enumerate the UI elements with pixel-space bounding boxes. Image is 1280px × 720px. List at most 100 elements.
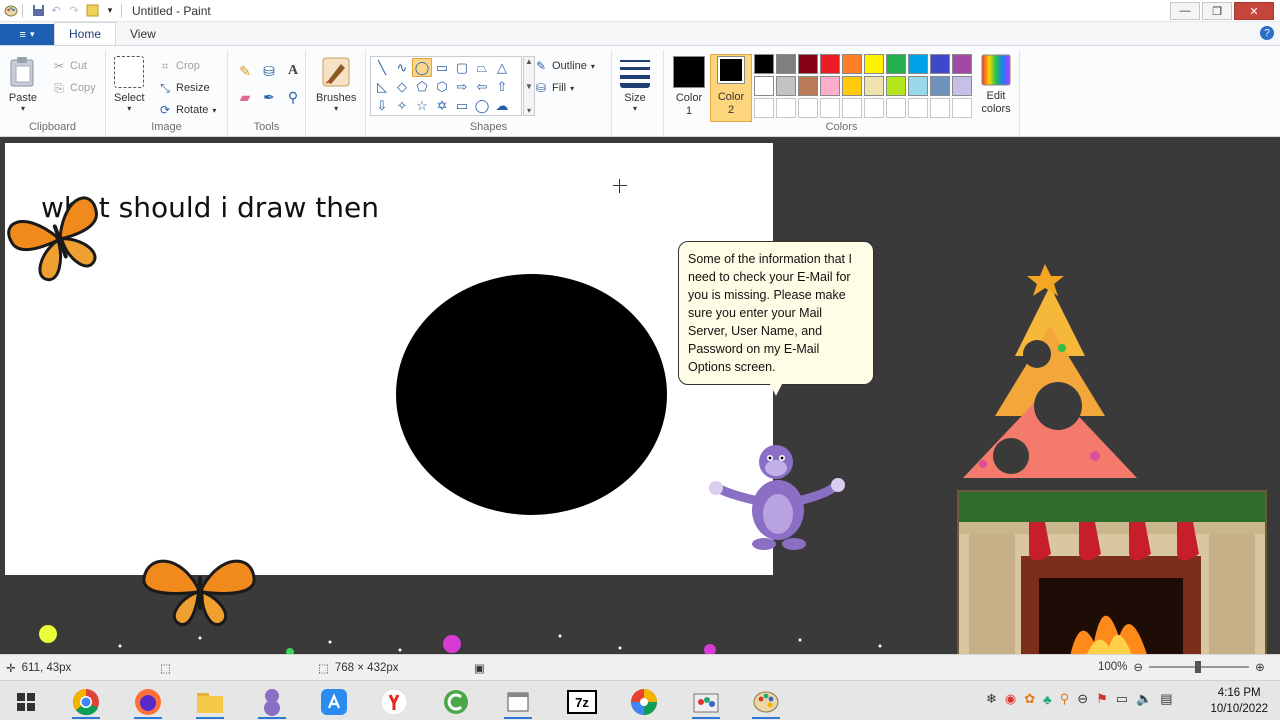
chevron-down-icon[interactable]: ▾ (103, 4, 117, 18)
app-store-taskbar-button[interactable] (314, 685, 354, 719)
zoom-in-icon[interactable]: ⊕ (1255, 660, 1265, 674)
notification-icon[interactable]: ▤ (1160, 691, 1172, 707)
curve-shape-icon[interactable]: ∿ (392, 58, 412, 77)
crop-button[interactable]: ⌗ Crop (158, 56, 200, 76)
palette-custom-color-slot[interactable] (798, 98, 818, 118)
down-arrow-shape-icon[interactable]: ⇩ (372, 96, 392, 115)
palette-color-swatch[interactable] (842, 54, 862, 74)
oval-callout-shape-icon[interactable]: ◯ (472, 96, 492, 115)
magnifier-icon[interactable]: ⚲ (282, 86, 304, 108)
zoom-slider[interactable] (1149, 661, 1250, 673)
palette-custom-color-slot[interactable] (820, 98, 840, 118)
palette-color-swatch[interactable] (952, 76, 972, 96)
palette-custom-color-slot[interactable] (776, 98, 796, 118)
chevron-up-icon[interactable]: ▲ (525, 57, 533, 66)
palette-custom-color-slot[interactable] (908, 98, 928, 118)
triangle-shape-icon[interactable]: △ (492, 58, 512, 77)
quick-access-customize-icon[interactable] (85, 4, 99, 18)
select-button[interactable]: Select ▾ (114, 56, 145, 113)
palette-custom-color-slot[interactable] (952, 98, 972, 118)
eraser-icon[interactable]: ▰ (234, 86, 256, 108)
paint-app-icon[interactable] (4, 4, 18, 18)
line-shape-icon[interactable]: ╲ (372, 58, 392, 77)
palette-color-swatch[interactable] (930, 76, 950, 96)
7zip-taskbar-button[interactable]: 7z (562, 685, 602, 719)
tray-app-icon[interactable]: ♣ (1043, 692, 1052, 707)
edit-colors-button[interactable]: Edit colors (976, 54, 1016, 116)
brushes-button[interactable]: Brushes ▾ (316, 56, 356, 113)
palette-color-swatch[interactable] (754, 54, 774, 74)
start-button[interactable] (6, 685, 46, 719)
tab-home[interactable]: Home (54, 22, 117, 45)
bonzi-taskbar-button[interactable] (252, 685, 292, 719)
palette-color-swatch[interactable] (798, 54, 818, 74)
palette-custom-color-slot[interactable] (930, 98, 950, 118)
firefox-taskbar-button[interactable] (128, 685, 168, 719)
search-tray-icon[interactable]: ⚲ (1060, 691, 1070, 707)
antivirus-icon[interactable]: ◉ (1005, 691, 1016, 707)
fill-bucket-icon[interactable]: ⛁ (258, 60, 280, 82)
up-arrow-shape-icon[interactable]: ⇧ (492, 77, 512, 96)
system-clock[interactable]: 4:16 PM 10/10/2022 (1210, 685, 1268, 717)
app-tray-icon[interactable]: ✿ (1024, 691, 1035, 707)
paste-button[interactable]: Paste ▾ (8, 56, 38, 113)
oval-shape-icon[interactable]: ◯ (412, 58, 432, 77)
four-point-star-shape-icon[interactable]: ✧ (392, 96, 412, 115)
color2-button[interactable]: Color 2 (710, 54, 752, 122)
palette-color-swatch[interactable] (930, 54, 950, 74)
palette-color-swatch[interactable] (908, 54, 928, 74)
minimize-button[interactable]: — (1170, 2, 1200, 20)
close-button[interactable]: ✕ (1234, 2, 1274, 20)
pencil-icon[interactable]: ✎ (234, 60, 256, 82)
fill-button[interactable]: ⛁ Fill ▾ (534, 78, 574, 98)
palette-color-swatch[interactable] (798, 76, 818, 96)
right-triangle-shape-icon[interactable]: ◺ (372, 77, 392, 96)
file-menu-button[interactable]: ≡ ▾ (0, 24, 54, 45)
color1-button[interactable]: Color 1 (670, 54, 708, 122)
zoom-slider-thumb[interactable] (1195, 661, 1202, 673)
pentagon-shape-icon[interactable]: ⬠ (412, 77, 432, 96)
zoom-out-icon[interactable]: ⊖ (1133, 660, 1143, 674)
palette-color-swatch[interactable] (864, 54, 884, 74)
palette-custom-color-slot[interactable] (842, 98, 862, 118)
palette-color-swatch[interactable] (886, 76, 906, 96)
diamond-shape-icon[interactable]: ◇ (392, 77, 412, 96)
cloud-callout-shape-icon[interactable]: ☁ (492, 96, 512, 115)
volume-icon[interactable]: 🔈 (1136, 691, 1152, 707)
cut-button[interactable]: ✂ Cut (52, 56, 87, 76)
palette-color-swatch[interactable] (952, 54, 972, 74)
rect-callout-shape-icon[interactable]: ▭ (452, 96, 472, 115)
purple-gorilla-assistant-icon[interactable] (708, 438, 848, 556)
palette-custom-color-slot[interactable] (754, 98, 774, 118)
polygon-shape-icon[interactable]: ⏢ (472, 58, 492, 77)
resize-button[interactable]: ⤡ Resize (158, 78, 209, 98)
restore-button[interactable]: ❐ (1202, 2, 1232, 20)
palette-color-swatch[interactable] (842, 76, 862, 96)
six-point-star-shape-icon[interactable]: ✡ (432, 96, 452, 115)
paint-palette-taskbar-button[interactable] (746, 685, 786, 719)
explorer-window-taskbar-button[interactable] (498, 685, 538, 719)
chevron-down-icon[interactable]: ▼ (525, 82, 533, 91)
palette-color-swatch[interactable] (886, 54, 906, 74)
left-arrow-shape-icon[interactable]: ⇦ (472, 77, 492, 96)
hexagon-shape-icon[interactable]: ⬡ (432, 77, 452, 96)
palette-color-swatch[interactable] (820, 76, 840, 96)
drawing-canvas[interactable]: what should i draw then (5, 143, 773, 575)
redo-icon[interactable]: ↷ (67, 4, 81, 18)
save-icon[interactable] (31, 4, 45, 18)
canvas-workspace[interactable]: what should i draw then Some of the info… (0, 138, 1280, 654)
palette-color-swatch[interactable] (776, 76, 796, 96)
rotate-button[interactable]: ⟳ Rotate ▾ (158, 100, 216, 120)
tab-view[interactable]: View (116, 22, 170, 45)
palette-color-swatch[interactable] (908, 76, 928, 96)
outline-button[interactable]: ✎ Outline ▾ (534, 56, 595, 76)
help-icon[interactable]: ? (1260, 26, 1274, 40)
palette-custom-color-slot[interactable] (864, 98, 884, 118)
network-icon[interactable]: ▭ (1116, 691, 1128, 707)
update-tray-icon[interactable]: ⊖ (1077, 691, 1088, 707)
picasa-taskbar-button[interactable] (624, 685, 664, 719)
file-explorer-taskbar-button[interactable] (190, 685, 230, 719)
copy-button[interactable]: ⎘ Copy (52, 78, 96, 98)
undo-icon[interactable]: ↶ (49, 4, 63, 18)
size-button[interactable]: Size ▾ (620, 56, 650, 113)
